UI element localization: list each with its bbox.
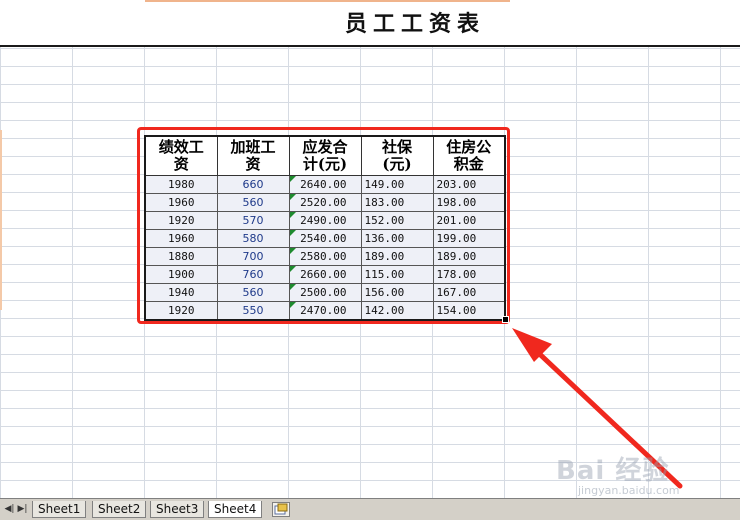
watermark-url: jingyan.baidu.com [578, 484, 680, 497]
annotation-arrow [512, 328, 683, 489]
prev-sheet-icon[interactable]: ▶| [17, 503, 28, 515]
spreadsheet-grid[interactable]: 员工工资表 绩效工资 加班工资 应发合 计(元) 社保 (元) 住房公 积金 1980… [0, 0, 740, 498]
tab-sheet3[interactable]: Sheet3 [150, 501, 205, 518]
sheet-tab-bar: ◀| ▶| Sheet1 Sheet2 Sheet3 Sheet4 [0, 498, 740, 520]
tab-sheet4[interactable]: Sheet4 [208, 501, 263, 518]
tab-sheet2[interactable]: Sheet2 [92, 501, 147, 518]
insert-sheet-glyph [274, 503, 288, 515]
watermark-logo: Bai 经验 [556, 456, 670, 486]
first-sheet-icon[interactable]: ◀| [4, 503, 15, 515]
tab-sheet1[interactable]: Sheet1 [32, 501, 87, 518]
insert-sheet-icon[interactable] [272, 502, 290, 517]
